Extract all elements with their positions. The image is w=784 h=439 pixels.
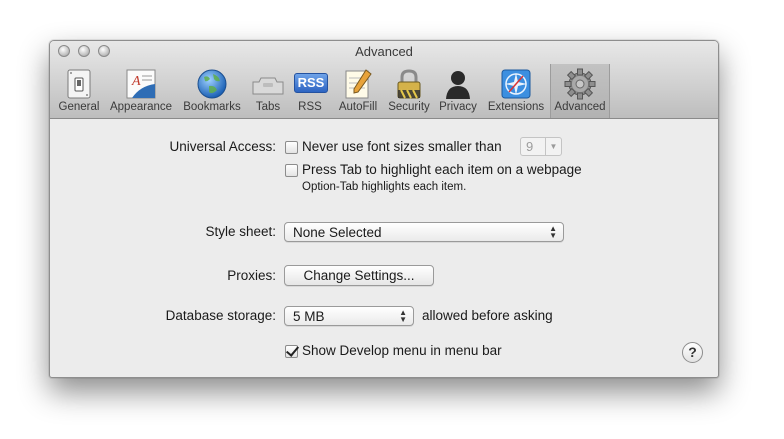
tab-label: General: [58, 101, 100, 113]
database-storage-select[interactable]: 5 MB ▲ ▼: [284, 306, 414, 326]
gear-icon: [563, 68, 597, 100]
tab-general[interactable]: General: [55, 64, 103, 118]
tab-highlight-checkbox[interactable]: [285, 164, 298, 177]
tab-label: Privacy: [439, 101, 477, 113]
database-storage-value: 5 MB: [293, 309, 325, 324]
database-storage-suffix: allowed before asking: [422, 308, 553, 323]
tab-autofill[interactable]: AutoFill: [333, 64, 383, 118]
min-font-size-label: Never use font sizes smaller than: [302, 139, 502, 154]
style-sheet-value: None Selected: [293, 225, 382, 240]
tab-bookmarks[interactable]: Bookmarks: [179, 64, 245, 118]
tab-appearance[interactable]: A Appearance: [107, 64, 175, 118]
up-down-arrows-icon: ▲ ▼: [549, 224, 557, 240]
toolbar: Advanced General A Appearance Bookmarks …: [50, 41, 718, 119]
database-storage-label: Database storage:: [165, 308, 276, 323]
chevron-down-icon: ▼: [545, 138, 561, 155]
tab-highlight-label: Press Tab to highlight each item on a we…: [302, 162, 582, 177]
preferences-window: Advanced General A Appearance Bookmarks …: [49, 40, 719, 378]
tab-security[interactable]: Security: [385, 64, 433, 118]
extensions-compass-icon: [499, 68, 533, 100]
tab-rss[interactable]: RSS RSS: [291, 64, 329, 118]
tab-highlight-hint: Option-Tab highlights each item.: [302, 181, 467, 193]
tab-label: AutoFill: [338, 101, 378, 113]
tab-label: Bookmarks: [183, 101, 241, 113]
globe-icon: [195, 68, 229, 100]
tabs-icon: [251, 68, 285, 100]
tab-label: Appearance: [109, 101, 173, 113]
show-develop-menu-label: Show Develop menu in menu bar: [302, 343, 502, 358]
person-silhouette-icon: [441, 68, 475, 100]
tab-label: Advanced: [554, 101, 606, 113]
tab-label: Security: [388, 101, 430, 113]
tab-advanced[interactable]: Advanced: [550, 64, 610, 118]
tab-label: RSS: [298, 101, 322, 113]
rss-icon: RSS: [293, 68, 328, 100]
tab-label: Extensions: [487, 101, 545, 113]
appearance-icon: A: [124, 68, 158, 100]
style-sheet-label: Style sheet:: [205, 224, 276, 239]
min-font-size-select[interactable]: 9 ▼: [520, 137, 562, 156]
min-font-size-checkbox[interactable]: [285, 141, 298, 154]
general-switch-icon: [62, 68, 96, 100]
svg-text:A: A: [131, 74, 141, 89]
autofill-pencil-icon: [341, 68, 375, 100]
universal-access-label: Universal Access:: [169, 139, 276, 154]
show-develop-menu-checkbox[interactable]: [285, 345, 298, 358]
lock-icon: [392, 68, 426, 100]
change-settings-button[interactable]: Change Settings...: [284, 265, 434, 286]
tab-label: Tabs: [255, 101, 281, 113]
style-sheet-select[interactable]: None Selected ▲ ▼: [284, 222, 564, 242]
tab-privacy[interactable]: Privacy: [436, 64, 480, 118]
help-button[interactable]: ?: [682, 342, 703, 363]
proxies-label: Proxies:: [227, 268, 276, 283]
rss-badge: RSS: [294, 73, 328, 93]
tab-extensions[interactable]: Extensions: [484, 64, 548, 118]
window-title: Advanced: [355, 44, 413, 59]
min-font-size-value: 9: [526, 139, 534, 154]
up-down-arrows-icon: ▲ ▼: [399, 308, 407, 324]
tab-tabs[interactable]: Tabs: [249, 64, 287, 118]
